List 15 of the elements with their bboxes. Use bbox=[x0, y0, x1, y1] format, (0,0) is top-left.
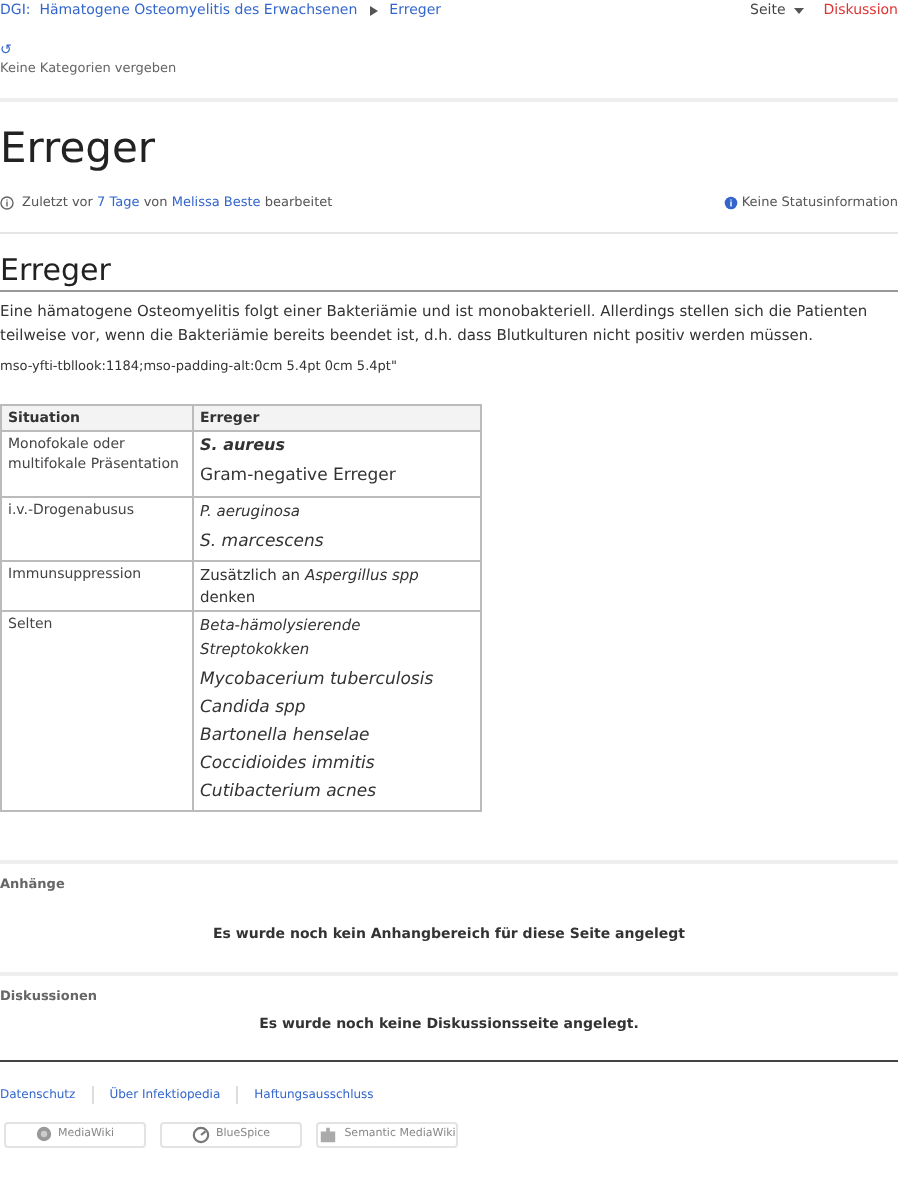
caret-icon bbox=[793, 7, 804, 13]
table-cell-text: Mycobacerium tuberculosis bbox=[200, 668, 436, 695]
table-cell-text: Candida spp bbox=[200, 696, 308, 723]
chevron-right-icon bbox=[369, 5, 378, 15]
section-heading: Erreger bbox=[0, 251, 898, 292]
table-cell-text: S. marcescens bbox=[200, 530, 326, 557]
table-cell-text: S. aureus bbox=[200, 434, 288, 459]
table-cell-text: Bartonella henselae bbox=[200, 724, 372, 751]
table-cell-text: Gram-negative Erreger bbox=[200, 464, 398, 491]
gauge-icon bbox=[191, 1125, 210, 1144]
table-cell-text: Cutibacterium acnes bbox=[200, 780, 379, 807]
page-title: Erreger bbox=[0, 122, 158, 174]
table-cell-text: Coccidioides immitis bbox=[200, 752, 377, 779]
info-icon bbox=[0, 196, 14, 211]
info-icon bbox=[723, 196, 738, 211]
